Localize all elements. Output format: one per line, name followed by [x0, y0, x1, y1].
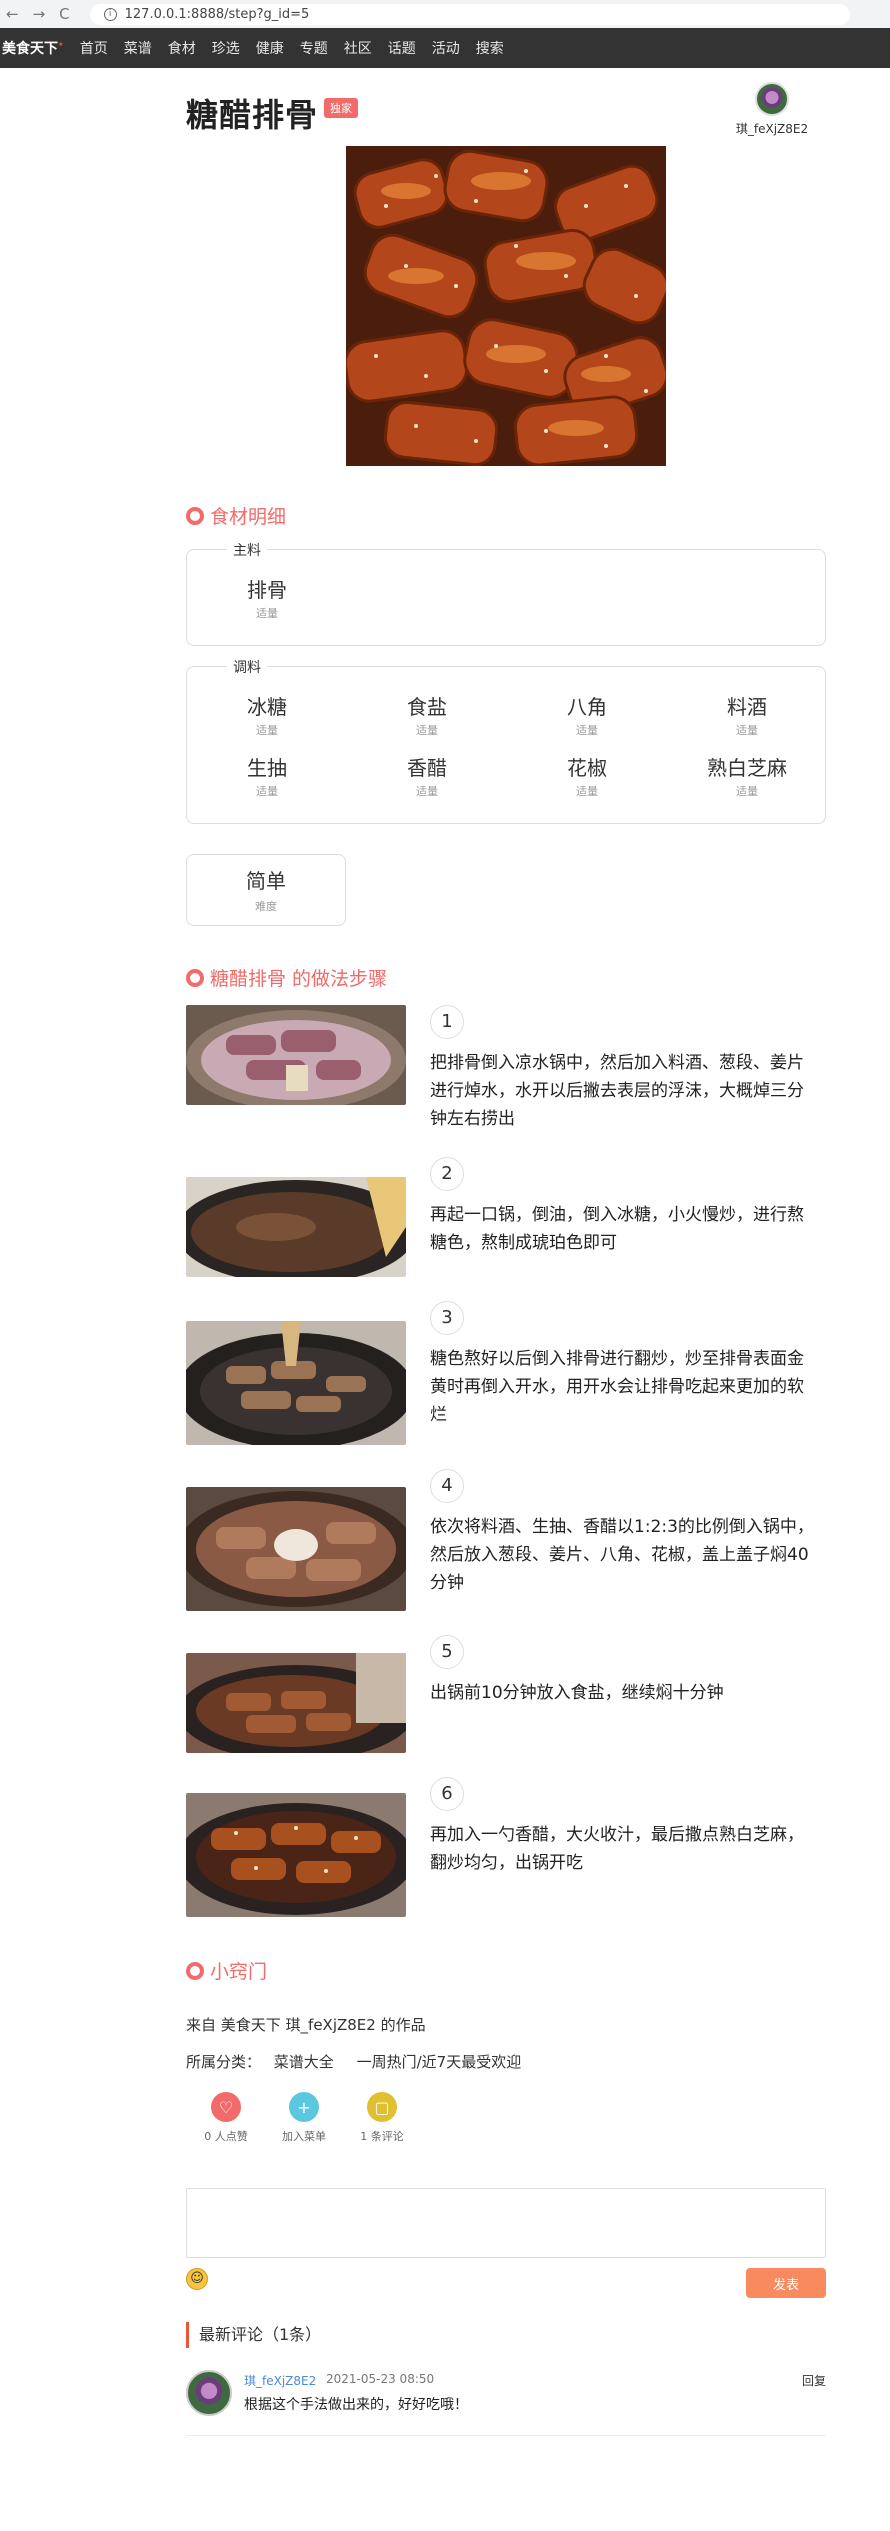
exclusive-badge: 独家: [324, 98, 358, 118]
emoji-icon[interactable]: ☺: [186, 2268, 208, 2290]
step-item: 1 把排骨倒入凉水锅中，然后加入料酒、葱段、姜片进行焯水，水开以后撇去表层的浮沫…: [186, 1005, 826, 1133]
recipe-hero-image: [346, 146, 666, 466]
step-number: 2: [430, 1157, 464, 1191]
add-to-menu-button[interactable]: + 加入菜单: [276, 2092, 332, 2144]
ingredient-item[interactable]: 冰糖 适量: [187, 687, 347, 748]
category-link[interactable]: 菜谱大全: [274, 2053, 334, 2071]
difficulty-box: 简单 难度: [186, 854, 346, 926]
ingredient-item[interactable]: 花椒 适量: [507, 748, 667, 809]
url-bar[interactable]: i 127.0.0.1:8888/step?g_id=5: [89, 3, 850, 25]
nav-item-community[interactable]: 社区: [336, 38, 380, 58]
nav-item-ingredients[interactable]: 食材: [160, 38, 204, 58]
step-image: [186, 1321, 406, 1445]
like-icon: ♡: [211, 2092, 241, 2122]
info-icon[interactable]: i: [103, 7, 117, 21]
nav-item-selection[interactable]: 珍选: [204, 38, 248, 58]
ingredient-item[interactable]: 食盐 适量: [347, 687, 507, 748]
ingredient-item[interactable]: 香醋 适量: [347, 748, 507, 809]
nav-item-search[interactable]: 搜索: [468, 38, 512, 58]
commenter-name[interactable]: 琪_feXjZ8E2: [244, 2372, 316, 2389]
browser-bar: ← → C i 127.0.0.1:8888/step?g_id=5: [0, 0, 890, 28]
comment-time: 2021-05-23 08:50: [326, 2372, 435, 2386]
tips-section-title: 小窍门: [186, 1957, 826, 1984]
recipe-actions: ♡ 0 人点赞 + 加入菜单 ▢ 1 条评论: [198, 2092, 826, 2144]
step-number: 3: [430, 1301, 464, 1335]
step-image: [186, 1793, 406, 1917]
ingredient-item[interactable]: 料酒 适量: [667, 687, 827, 748]
author-avatar[interactable]: [755, 82, 789, 116]
author-block[interactable]: 琪_feXjZ8E2: [732, 82, 812, 137]
reply-button[interactable]: 回复: [802, 2372, 826, 2389]
nav-item-subjects[interactable]: 话题: [380, 38, 424, 58]
step-description: 再加入一勺香醋，大火收汁，最后撒点熟白芝麻，翻炒均匀，出锅开吃: [430, 1825, 804, 1873]
ring-icon: [186, 968, 204, 987]
recipe-source: 来自 美食天下 琪_feXjZ8E2 的作品: [186, 2016, 426, 2034]
nav-item-home[interactable]: 首页: [72, 38, 116, 58]
step-item: 6 再加入一勺香醋，大火收汁，最后撒点熟白芝麻，翻炒均匀，出锅开吃: [186, 1777, 826, 1917]
step-image: [186, 1653, 406, 1753]
steps-section-title: 糖醋排骨 的做法步骤: [186, 964, 826, 991]
recipe-title: 糖醋排骨: [186, 96, 319, 134]
step-description: 出锅前10分钟放入食盐，继续焖十分钟: [430, 1683, 724, 1703]
plus-icon: +: [289, 2092, 319, 2122]
step-number: 5: [430, 1635, 464, 1669]
author-name[interactable]: 琪_feXjZ8E2: [736, 122, 808, 136]
recipe-container: 糖醋排骨 独家 琪_feXjZ8E2 食材明细 主料 排骨 适量 调料 冰糖 适…: [186, 68, 826, 2436]
difficulty-value: 简单: [246, 869, 286, 893]
main-ingredients-box: 主料 排骨 适量: [186, 540, 826, 646]
step-description: 糖色熬好以后倒入排骨进行翻炒，炒至排骨表面金黄时再倒入开水，用开水会让排骨吃起来…: [430, 1349, 804, 1425]
comment-input[interactable]: [186, 2188, 826, 2258]
comment-text: 根据这个手法做出来的，好好吃哦！: [244, 2397, 468, 2413]
nav-item-events[interactable]: 活动: [424, 38, 468, 58]
difficulty-label: 难度: [255, 900, 277, 913]
step-image: [186, 1177, 406, 1277]
step-number: 1: [430, 1005, 464, 1039]
step-description: 再起一口锅，倒油，倒入冰糖，小火慢炒，进行熬糖色，熬制成琥珀色即可: [430, 1205, 804, 1253]
main-ingredients-label: 主料: [227, 540, 267, 560]
step-item: 5 出锅前10分钟放入食盐，继续焖十分钟: [186, 1635, 826, 1753]
step-item: 2 再起一口锅，倒油，倒入冰糖，小火慢炒，进行熬糖色，熬制成琥珀色即可: [186, 1157, 826, 1277]
step-description: 依次将料酒、生抽、香醋以1:2:3的比例倒入锅中，然后放入葱段、姜片、八角、花椒…: [430, 1517, 814, 1593]
forward-icon[interactable]: →: [33, 5, 46, 23]
category-link[interactable]: 一周热门/近7天最受欢迎: [357, 2053, 522, 2071]
step-item: 3 糖色熬好以后倒入排骨进行翻炒，炒至排骨表面金黄时再倒入开水，用开水会让排骨吃…: [186, 1301, 826, 1445]
back-icon[interactable]: ←: [6, 5, 19, 23]
step-image: [186, 1487, 406, 1611]
commenter-avatar[interactable]: [186, 2370, 232, 2416]
ingredient-item[interactable]: 生抽 适量: [187, 748, 347, 809]
step-number: 6: [430, 1777, 464, 1811]
comment-item: 琪_feXjZ8E2 2021-05-23 08:50 回复 根据这个手法做出来…: [186, 2370, 826, 2436]
like-button[interactable]: ♡ 0 人点赞: [198, 2092, 254, 2144]
step-image: [186, 1005, 406, 1105]
seasoning-box: 调料 冰糖 适量 食盐 适量 八角 适量 料酒 适量 生抽 适量 香醋 适量 花椒 适量 熟白…: [186, 657, 827, 824]
nav-item-recipes[interactable]: 菜谱: [116, 38, 160, 58]
submit-comment-button[interactable]: 发表: [746, 2268, 826, 2298]
url-text: 127.0.0.1:8888/step?g_id=5: [124, 6, 310, 22]
step-description: 把排骨倒入凉水锅中，然后加入料酒、葱段、姜片进行焯水，水开以后撇去表层的浮沫，大…: [430, 1053, 804, 1129]
comment-button[interactable]: ▢ 1 条评论: [354, 2092, 410, 2144]
seasoning-label: 调料: [227, 657, 267, 677]
reload-icon[interactable]: C: [59, 5, 69, 23]
comments-header: 最新评论（1条）: [186, 2322, 826, 2348]
ingredient-item[interactable]: 熟白芝麻 适量: [667, 748, 827, 809]
step-item: 4 依次将料酒、生抽、香醋以1:2:3的比例倒入锅中，然后放入葱段、姜片、八角、…: [186, 1469, 826, 1611]
comment-icon: ▢: [367, 2092, 397, 2122]
ring-icon: [186, 1961, 204, 1980]
step-number: 4: [430, 1469, 464, 1503]
nav-item-topics[interactable]: 专题: [292, 38, 336, 58]
ingredient-item[interactable]: 八角 适量: [507, 687, 667, 748]
nav-item-health[interactable]: 健康: [248, 38, 292, 58]
recipe-categories: 所属分类： 菜谱大全 一周热门/近7天最受欢迎: [186, 2051, 826, 2072]
site-logo[interactable]: 美食天下•: [0, 38, 72, 58]
top-navigation: 美食天下• 首页 菜谱 食材 珍选 健康 专题 社区 话题 活动 搜索: [0, 28, 890, 68]
ring-icon: [186, 506, 204, 525]
ingredients-section-title: 食材明细: [186, 502, 826, 529]
category-label: 所属分类：: [186, 2053, 262, 2071]
ingredient-item[interactable]: 排骨 适量: [187, 570, 347, 631]
